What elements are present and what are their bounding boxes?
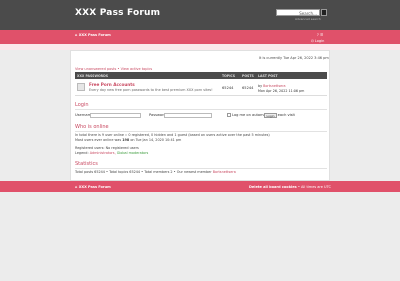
forum-header-topics: TOPICS: [222, 74, 236, 78]
login-title: Login: [75, 102, 89, 108]
most-users-date: on Tue Jan 14, 2020 10:41 pm: [130, 138, 182, 142]
delete-cookies-link[interactable]: Delete all board cookies: [249, 185, 297, 189]
statistics-text: Total posts 65244 • Total topics 65244 •…: [75, 170, 213, 174]
quick-links[interactable]: View unanswered posts • View active topi…: [75, 67, 152, 71]
username-field[interactable]: [90, 113, 141, 118]
last-post-by: by: [258, 84, 263, 88]
forum-header-name: XXX PASSWORDS: [77, 74, 109, 78]
remember-checkbox[interactable]: [227, 113, 231, 117]
forum-topics-count: 65244: [222, 86, 234, 90]
forum-list-header: [75, 72, 327, 79]
site-header: [0, 0, 400, 30]
legend-administrators-link[interactable]: Administrators,: [90, 151, 116, 155]
forum-posts-count: 65244: [242, 86, 254, 90]
legend-moderators-link[interactable]: Global moderators: [117, 151, 149, 155]
registered-users: Registered users: No registered users: [75, 146, 139, 150]
forum-description: Every day new free porn passwords to the…: [89, 88, 213, 92]
current-time: It is currently Tue Apr 26, 2022 3:46 pm: [259, 56, 329, 60]
statistics-title: Statistics: [75, 161, 98, 167]
search-input[interactable]: Search…: [276, 9, 320, 16]
advanced-search-link[interactable]: Advanced search: [295, 17, 321, 21]
forum-header-posts: POSTS: [242, 74, 254, 78]
last-post-author: by Bortsnettsera: [258, 84, 286, 88]
site-title[interactable]: XXX Pass Forum: [75, 8, 160, 18]
most-users-count: 198: [122, 138, 130, 142]
last-post-user-link[interactable]: Bortsnettsera: [263, 84, 285, 88]
timezone-note: • All times are UTC: [297, 185, 331, 189]
online-summary: In total there is 9 user online :: 0 reg…: [75, 133, 270, 137]
footer-links: Delete all board cookies • All times are…: [249, 185, 331, 189]
most-users-prefix: Most users ever online was: [75, 138, 122, 142]
most-users-line: Most users ever online was 198 on Tue Ja…: [75, 138, 181, 142]
statistics-line: Total posts 65244 • Total topics 65244 •…: [75, 170, 236, 174]
legend-label: Legend:: [75, 151, 89, 155]
breadcrumb-home-link[interactable]: ⌂ XXX Pass Forum: [75, 33, 111, 37]
forum-title-link[interactable]: Free Porn Accounts: [89, 82, 135, 87]
login-link[interactable]: ⏻ Login: [311, 39, 324, 43]
password-field[interactable]: [164, 113, 212, 118]
legend: Legend: Administrators, Global moderator…: [75, 151, 148, 155]
login-button[interactable]: Login: [264, 113, 277, 118]
navbar: [0, 30, 400, 44]
forum-read-icon: [77, 83, 85, 91]
forum-header-last-post: LAST POST: [258, 74, 278, 78]
last-post-date: Mon Apr 26, 2022 11:06 pm: [258, 89, 305, 93]
who-online-title: Who is online: [75, 124, 109, 130]
who-online-divider: [75, 131, 327, 132]
newest-member-link[interactable]: Bortsnettsera: [213, 170, 236, 174]
login-divider: [75, 109, 327, 110]
search-button[interactable]: [321, 9, 327, 16]
faq-icon[interactable]: ? ☰: [317, 33, 323, 37]
footer-home-link[interactable]: ⌂ XXX Pass Forum: [75, 185, 111, 189]
footer-bar: [0, 181, 400, 192]
statistics-divider: [75, 168, 327, 169]
